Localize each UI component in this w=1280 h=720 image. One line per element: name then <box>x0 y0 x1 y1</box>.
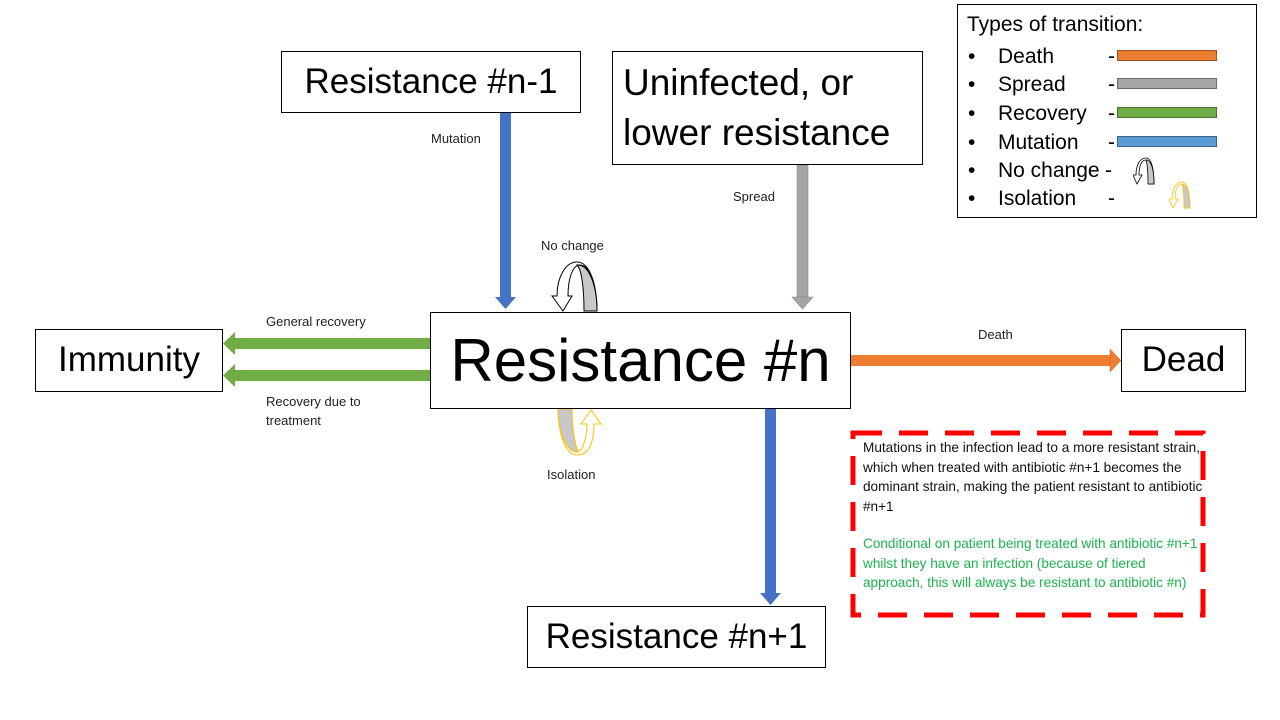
bullet-icon: • <box>968 102 976 125</box>
node-uninfected-label-line2: lower resistance <box>623 112 891 153</box>
node-resistance-n-plus-1[interactable]: Resistance #n+1 <box>527 606 826 668</box>
label-treatment-recovery-1: Recovery due to <box>266 394 361 409</box>
label-general-recovery: General recovery <box>266 314 366 329</box>
legend-item-spread: • Spread - <box>966 71 1256 99</box>
label-isolation: Isolation <box>547 467 596 482</box>
note-condition-text: Conditional on patient being treated wit… <box>863 536 1198 590</box>
general-recovery-arrow <box>223 332 430 355</box>
treatment-recovery-arrow <box>223 364 430 387</box>
dash: - <box>1108 131 1115 154</box>
legend-swatch-recovery <box>1117 107 1217 118</box>
legend-title: Types of transition: <box>967 13 1144 36</box>
dash: - <box>1108 73 1115 96</box>
node-dead[interactable]: Dead <box>1121 329 1246 392</box>
legend-item-recovery: • Recovery - <box>966 100 1256 128</box>
node-dead-label: Dead <box>1141 340 1226 380</box>
node-uninfected-label-line1: Uninfected, or <box>623 62 854 103</box>
node-resistance-n-label: Resistance #n <box>450 327 831 394</box>
label-mutation: Mutation <box>431 131 481 146</box>
dash: - <box>1105 159 1112 182</box>
label-no-change: No change <box>541 238 604 253</box>
legend-no-change-loop-icon <box>1133 157 1155 185</box>
no-change-loop-icon <box>551 261 598 312</box>
bullet-icon: • <box>968 159 976 182</box>
node-resistance-n-minus-1-label: Resistance #n-1 <box>304 61 558 101</box>
legend-item-death: • Death - <box>966 43 1256 71</box>
spread-arrow <box>791 164 814 310</box>
node-immunity[interactable]: Immunity <box>35 329 223 392</box>
dash: - <box>1108 102 1115 125</box>
bullet-icon: • <box>968 73 976 96</box>
legend-item-label: Isolation <box>998 187 1077 210</box>
label-treatment-recovery-2: treatment <box>266 413 321 428</box>
legend-isolation-loop-icon <box>1169 181 1191 209</box>
note-main-text: Mutations in the infection lead to a mor… <box>863 440 1203 514</box>
legend-item-isolation: • Isolation - <box>966 181 1256 213</box>
bullet-icon: • <box>968 187 976 210</box>
node-resistance-n-plus-1-label: Resistance #n+1 <box>545 616 808 656</box>
mutation-out-arrow <box>760 408 781 605</box>
legend-item-label: Mutation <box>998 131 1079 154</box>
legend-item-mutation: • Mutation - <box>966 129 1256 157</box>
legend-swatch-death <box>1117 50 1217 61</box>
dash: - <box>1108 45 1115 68</box>
legend-swatch-spread <box>1117 78 1217 89</box>
legend-item-no-change: • No change - <box>966 157 1256 185</box>
node-resistance-n[interactable]: Resistance #n <box>430 312 851 409</box>
death-arrow <box>851 348 1122 373</box>
isolation-loop-icon <box>557 408 602 456</box>
dash: - <box>1108 187 1115 210</box>
legend-item-label: Recovery <box>998 102 1087 125</box>
label-spread: Spread <box>733 189 775 204</box>
node-resistance-n-minus-1[interactable]: Resistance #n-1 <box>281 51 581 113</box>
legend-swatch-mutation <box>1117 136 1217 147</box>
node-immunity-label: Immunity <box>58 340 200 380</box>
legend: Types of transition: • Death - • Spread … <box>957 4 1257 218</box>
legend-item-label: Death <box>998 45 1055 68</box>
mutation-note: Mutations in the infection lead to a mor… <box>852 432 1204 616</box>
node-uninfected[interactable]: Uninfected, or lower resistance <box>612 51 923 165</box>
bullet-icon: • <box>968 131 976 154</box>
mutation-in-arrow <box>495 112 516 309</box>
legend-item-label: Spread <box>998 73 1066 96</box>
label-death: Death <box>978 327 1013 342</box>
legend-item-label: No change <box>998 159 1100 182</box>
bullet-icon: • <box>968 45 976 68</box>
